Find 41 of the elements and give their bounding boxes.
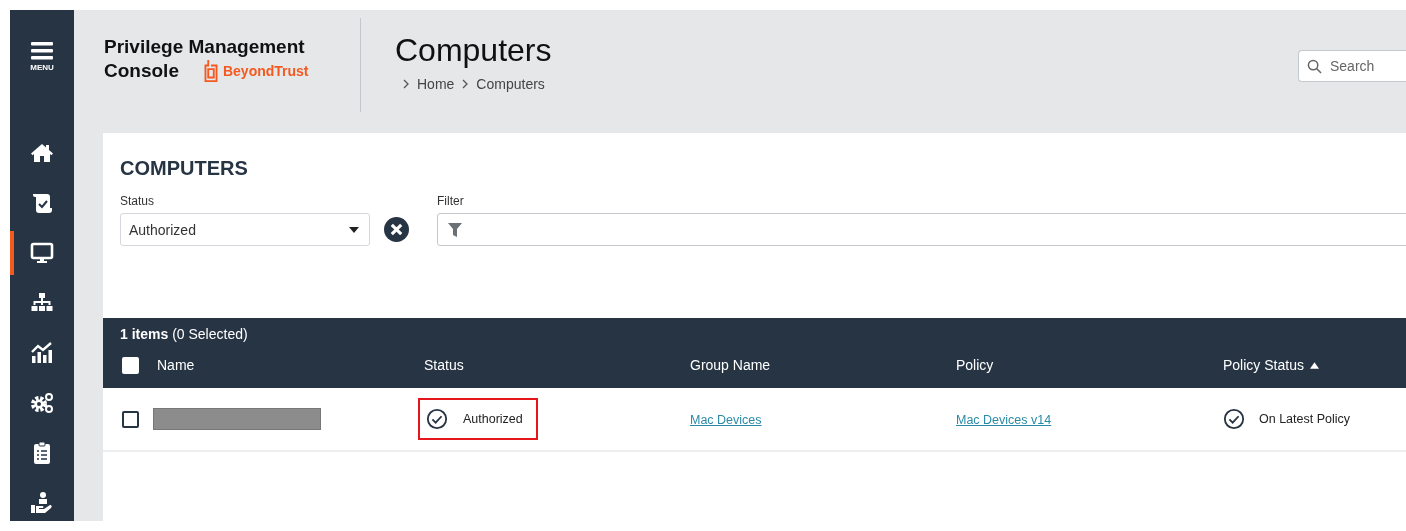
section-heading: COMPUTERS — [120, 157, 248, 180]
monitor-icon — [29, 241, 55, 265]
breadcrumb-link[interactable]: Computers — [476, 76, 545, 92]
home-icon — [29, 141, 55, 165]
product-title: Privilege Management — [104, 35, 305, 59]
column-header[interactable]: Group Name — [690, 357, 771, 373]
gears-icon — [29, 391, 55, 415]
filter-icon — [448, 222, 462, 237]
field-label: Filter — [437, 194, 464, 208]
select-all-checkbox[interactable] — [122, 356, 139, 374]
row-checkbox[interactable] — [122, 410, 139, 428]
status-dropdown[interactable]: Authorized — [120, 213, 370, 246]
logo-text: BeyondTrust — [222, 63, 309, 79]
search-field[interactable]: Search — [1298, 50, 1406, 82]
filter-field[interactable] — [437, 213, 1406, 246]
search-icon — [1307, 58, 1322, 74]
column-header[interactable]: Policy — [956, 357, 994, 373]
sort-icon[interactable] — [1309, 361, 1319, 369]
logo-icon — [202, 59, 219, 83]
status-text: Authorized — [463, 412, 523, 426]
product-title: Console — [104, 59, 179, 83]
policy-link[interactable]: Mac Devices v14 — [956, 413, 1052, 427]
policy-status-text: On Latest Policy — [1259, 412, 1350, 426]
bar-chart-icon — [29, 341, 55, 365]
hand-person-icon — [29, 491, 55, 515]
breadcrumb-link[interactable]: Home — [417, 76, 455, 92]
column-header[interactable]: Status — [424, 357, 464, 373]
item-count: 1 items (0 Selected) — [120, 326, 248, 344]
group-link[interactable]: Mac Devices — [690, 413, 762, 427]
check-circle-icon — [1223, 408, 1245, 430]
menu-icon[interactable] — [31, 42, 53, 60]
clear-icon[interactable] — [384, 217, 409, 242]
field-label: Status — [120, 194, 155, 208]
menu-label[interactable]: MENU — [30, 63, 54, 72]
chevron-icon — [403, 79, 409, 89]
column-header[interactable]: Name — [157, 357, 195, 373]
page-title: Computers — [395, 31, 552, 70]
check-circle-icon — [426, 408, 448, 430]
chevron-icon — [462, 79, 469, 89]
caret-icon — [349, 226, 359, 233]
column-header[interactable]: Policy Status — [1223, 357, 1304, 373]
